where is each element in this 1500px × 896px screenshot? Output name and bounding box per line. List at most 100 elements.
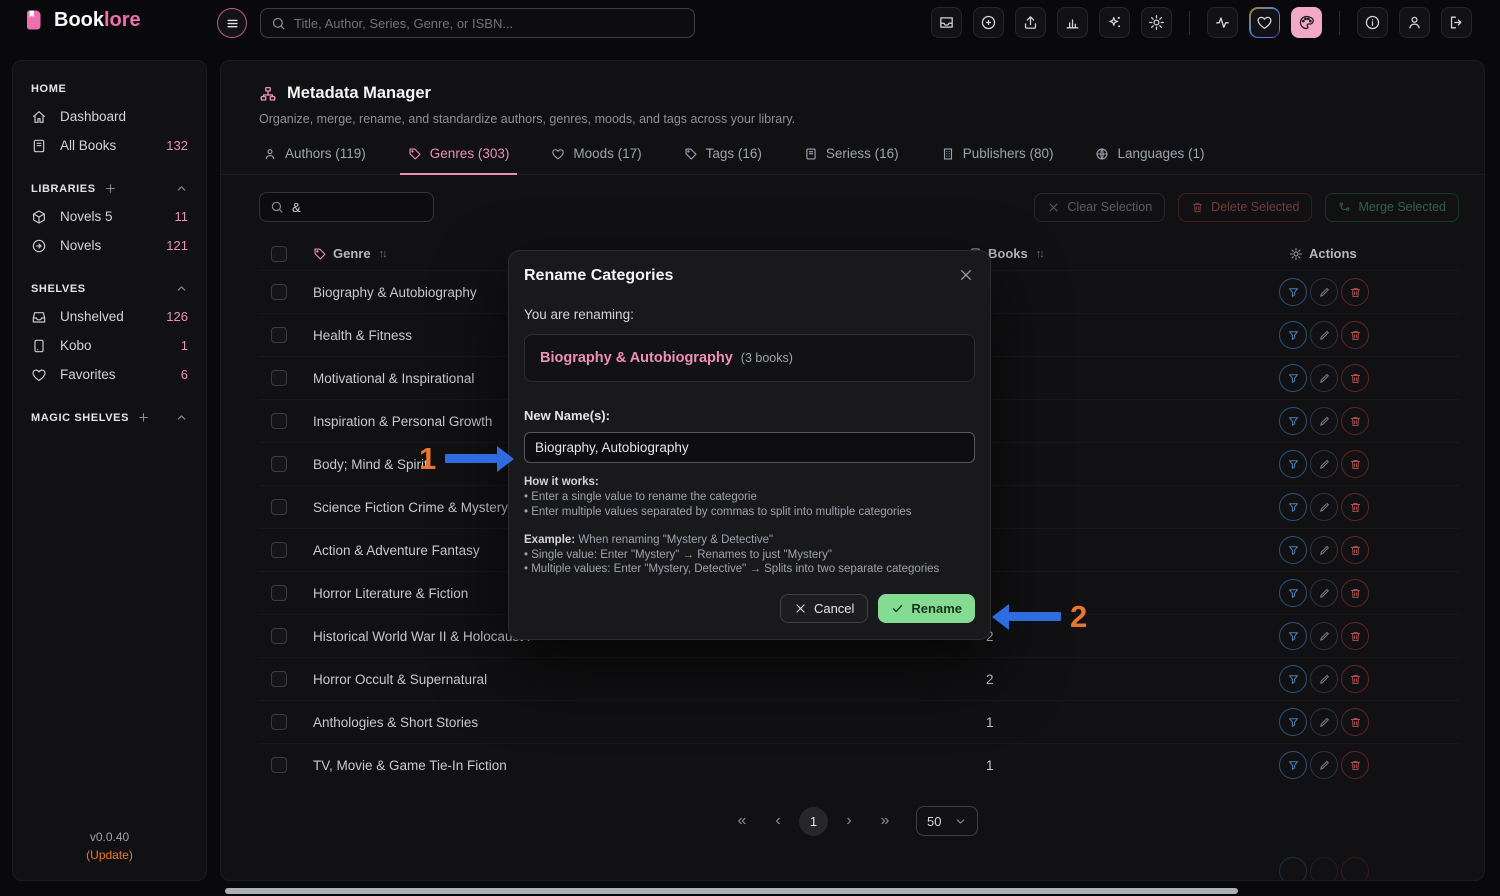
edit-action-button[interactable] — [1310, 665, 1338, 693]
delete-action-button[interactable] — [1341, 321, 1369, 349]
sort-icon[interactable]: ↑↓ — [379, 248, 386, 260]
tab-tags[interactable]: Tags (16) — [680, 146, 766, 174]
close-icon[interactable] — [958, 267, 974, 283]
delete-action-button[interactable] — [1341, 708, 1369, 736]
cancel-button[interactable]: Cancel — [780, 594, 868, 623]
sidebar-item-dashboard[interactable]: Dashboard — [13, 102, 206, 131]
filter-action-button[interactable] — [1279, 622, 1307, 650]
row-checkbox[interactable] — [271, 499, 287, 515]
clear-selection-button[interactable]: Clear Selection — [1034, 193, 1165, 222]
rename-button[interactable]: Rename — [878, 594, 975, 623]
account-button[interactable] — [1399, 7, 1430, 38]
edit-action-button[interactable] — [1310, 708, 1338, 736]
upload-button[interactable] — [1015, 7, 1046, 38]
delete-action-button[interactable] — [1341, 364, 1369, 392]
filter-action-button[interactable] — [1279, 407, 1307, 435]
filter-action-button[interactable] — [1279, 364, 1307, 392]
prev-page-button[interactable]: ‹ — [763, 806, 793, 836]
stats-button[interactable] — [1057, 7, 1088, 38]
filter-action-button[interactable] — [1279, 278, 1307, 306]
genre-column-header[interactable]: Genre — [333, 246, 371, 261]
sidebar-item-novels[interactable]: Novels 121 — [13, 231, 206, 260]
edit-action-button[interactable] — [1310, 536, 1338, 564]
sort-icon[interactable]: ↑↓ — [1036, 248, 1043, 260]
filter-action-button[interactable] — [1279, 708, 1307, 736]
delete-action-button[interactable] — [1341, 493, 1369, 521]
delete-selected-button[interactable]: Delete Selected — [1178, 193, 1312, 222]
next-page-button[interactable]: › — [834, 806, 864, 836]
row-checkbox[interactable] — [271, 542, 287, 558]
edit-action-button[interactable] — [1310, 407, 1338, 435]
last-page-button[interactable]: » — [870, 806, 900, 836]
edit-action-button[interactable] — [1310, 278, 1338, 306]
delete-action-button[interactable] — [1341, 536, 1369, 564]
first-page-button[interactable]: « — [727, 806, 757, 836]
row-checkbox[interactable] — [271, 327, 287, 343]
edit-action-button[interactable] — [1310, 579, 1338, 607]
delete-action-button[interactable] — [1341, 450, 1369, 478]
app-logo[interactable]: Booklore — [22, 8, 141, 32]
chevron-up-icon[interactable] — [175, 282, 188, 295]
tab-publishers[interactable]: Publishers (80) — [937, 146, 1058, 174]
edit-action-button[interactable] — [1310, 321, 1338, 349]
sidebar-item-all-books[interactable]: All Books 132 — [13, 131, 206, 160]
tab-languages[interactable]: Languages (1) — [1091, 146, 1208, 174]
sidebar-item-kobo[interactable]: Kobo 1 — [13, 331, 206, 360]
select-all-checkbox[interactable] — [271, 246, 287, 262]
edit-action-button[interactable] — [1310, 364, 1338, 392]
edit-action-button[interactable] — [1310, 622, 1338, 650]
row-checkbox[interactable] — [271, 628, 287, 644]
add-button[interactable] — [973, 7, 1004, 38]
filter-action-button[interactable] — [1279, 450, 1307, 478]
tab-authors[interactable]: Authors (119) — [259, 146, 370, 174]
theme-button[interactable] — [1291, 7, 1322, 38]
delete-action-button[interactable] — [1341, 622, 1369, 650]
tab-seriess[interactable]: Seriess (16) — [800, 146, 903, 174]
row-checkbox[interactable] — [271, 585, 287, 601]
edit-action-button[interactable] — [1310, 450, 1338, 478]
genre-filter-input[interactable] — [292, 200, 423, 215]
delete-action-button[interactable] — [1341, 665, 1369, 693]
chevron-up-icon[interactable] — [175, 411, 188, 424]
filter-action-button[interactable] — [1279, 751, 1307, 779]
logout-button[interactable] — [1441, 7, 1472, 38]
global-search-input[interactable] — [294, 16, 684, 31]
filter-action-button[interactable] — [1279, 321, 1307, 349]
activity-button[interactable] — [1207, 7, 1238, 38]
row-checkbox[interactable] — [271, 757, 287, 773]
tab-genres[interactable]: Genres (303) — [404, 146, 514, 174]
filter-action-button[interactable] — [1279, 665, 1307, 693]
info-button[interactable] — [1357, 7, 1388, 38]
row-checkbox[interactable] — [271, 456, 287, 472]
merge-selected-button[interactable]: Merge Selected — [1325, 193, 1459, 222]
update-link[interactable]: (Update) — [13, 848, 206, 862]
delete-action-button[interactable] — [1341, 407, 1369, 435]
row-checkbox[interactable] — [271, 714, 287, 730]
sidebar-item-unshelved[interactable]: Unshelved 126 — [13, 302, 206, 331]
edit-action-button[interactable] — [1310, 493, 1338, 521]
horizontal-scrollbar[interactable] — [225, 888, 1238, 894]
filter-action-button[interactable] — [1279, 536, 1307, 564]
add-magic-shelf-icon[interactable] — [137, 411, 150, 424]
row-checkbox[interactable] — [271, 671, 287, 687]
delete-action-button[interactable] — [1341, 751, 1369, 779]
row-checkbox[interactable] — [271, 284, 287, 300]
tab-moods[interactable]: Moods (17) — [547, 146, 645, 174]
books-column-header[interactable]: Books — [988, 246, 1028, 261]
current-page-button[interactable]: 1 — [799, 807, 828, 836]
new-name-input[interactable] — [524, 432, 975, 463]
favorites-button[interactable] — [1251, 9, 1279, 37]
add-library-icon[interactable] — [104, 182, 117, 195]
inbox-button[interactable] — [931, 7, 962, 38]
page-size-select[interactable]: 50 — [916, 806, 978, 836]
edit-action-button[interactable] — [1310, 751, 1338, 779]
delete-action-button[interactable] — [1341, 579, 1369, 607]
magic-button[interactable] — [1099, 7, 1130, 38]
row-checkbox[interactable] — [271, 370, 287, 386]
menu-toggle-button[interactable] — [217, 8, 247, 38]
filter-action-button[interactable] — [1279, 493, 1307, 521]
row-checkbox[interactable] — [271, 413, 287, 429]
chevron-up-icon[interactable] — [175, 182, 188, 195]
sidebar-item-novels-5[interactable]: Novels 5 11 — [13, 202, 206, 231]
sidebar-item-favorites[interactable]: Favorites 6 — [13, 360, 206, 389]
